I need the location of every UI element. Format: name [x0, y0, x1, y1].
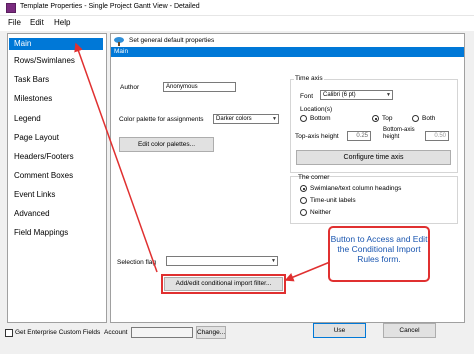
change-button[interactable]: Change... — [196, 326, 226, 339]
arrow-to-button — [284, 261, 331, 282]
enterprise-fields-label: Get Enterprise Custom Fields — [15, 329, 101, 336]
enterprise-fields-checkbox[interactable] — [5, 329, 13, 337]
arrow-to-main — [74, 42, 158, 273]
use-button[interactable]: Use — [313, 323, 366, 338]
callout-box: Button to Access and Edit the Conditiona… — [328, 226, 430, 282]
account-field[interactable] — [131, 327, 193, 338]
annotation-arrows — [74, 42, 331, 282]
cancel-button[interactable]: Cancel — [383, 323, 436, 338]
account-label: Account — [104, 329, 128, 336]
